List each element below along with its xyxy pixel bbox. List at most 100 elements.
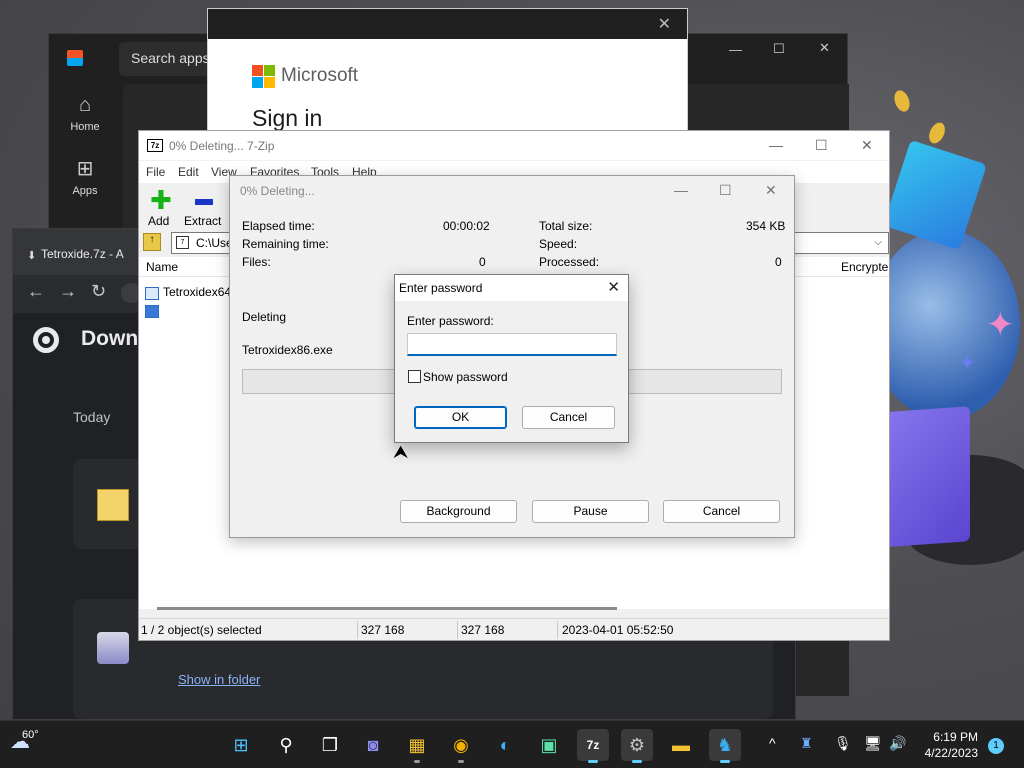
file-icon (145, 287, 159, 300)
column-name[interactable]: Name (146, 260, 178, 274)
edge-icon[interactable]: ◐ (489, 729, 521, 761)
reload-icon[interactable]: ↻ (91, 281, 106, 302)
search-icon[interactable]: ⚲ (270, 729, 302, 761)
operation-label: Deleting (242, 310, 287, 324)
installer-file-icon (97, 632, 129, 664)
wallpaper-star-icon: ✦ (958, 350, 977, 375)
chat-icon[interactable]: ◙ (357, 729, 389, 761)
store-nav-apps[interactable]: ⊞ Apps (63, 156, 107, 197)
microsoft-logo-icon (252, 65, 275, 88)
sevenzip-statusbar: 1 / 2 object(s) selected 327 168 327 168… (139, 618, 889, 640)
store-minimize-button[interactable]: — (729, 42, 742, 57)
chrome-icon[interactable]: ◉ (445, 729, 477, 763)
password-dialog: Enter password ✕ Enter password: Show pa… (394, 274, 629, 443)
apps-icon: ⊞ (76, 158, 94, 180)
sevenzip-minimize-button[interactable]: — (769, 137, 783, 153)
download-icon: ⬇ (27, 250, 37, 262)
progress-minimize-button[interactable]: — (674, 182, 688, 198)
file-icon (145, 305, 159, 318)
store-bag-icon (67, 50, 83, 66)
show-password-label[interactable]: Show password (423, 370, 508, 384)
sevenzip-close-button[interactable]: ✕ (861, 137, 873, 154)
back-icon[interactable]: ← (27, 281, 45, 302)
chrome-logo-icon (33, 327, 59, 353)
network-app-icon[interactable]: ♜ (800, 735, 813, 752)
password-titlebar: Enter password ✕ (395, 275, 628, 301)
close-icon[interactable]: ✕ (607, 278, 620, 296)
elapsed-value: 00:00:02 (443, 219, 490, 233)
extract-icon (195, 199, 213, 205)
folder-up-icon[interactable]: ↑ (143, 233, 161, 251)
show-password-checkbox[interactable] (408, 370, 421, 383)
status-selection: 1 / 2 object(s) selected (141, 623, 262, 637)
taskbar: ☁ 60° ⊞ ⚲ ❐ ◙ ▦ ◉ ◐ ▣ 7z ⚙ ▬ ♞ ^ ♜ 🎙 🖥 🔊… (0, 720, 1024, 768)
store-icon[interactable]: ▦ (401, 729, 433, 763)
store-maximize-button[interactable]: ☐ (773, 41, 785, 57)
archive-icon: 7 (176, 236, 189, 249)
sevenzip-maximize-button[interactable]: ☐ (815, 137, 828, 154)
remaining-label: Remaining time: (242, 237, 329, 251)
progress-cancel-button[interactable]: Cancel (663, 500, 780, 523)
task-view-icon[interactable]: ❐ (314, 729, 346, 761)
chrome-tab[interactable]: ⬇ Tetroxide.7z - A (21, 239, 151, 275)
file-explorer-icon[interactable]: ▬ (665, 729, 697, 761)
home-icon: ⌂ (78, 94, 92, 116)
settings-icon[interactable]: ⚙ (621, 729, 653, 763)
cast-icon[interactable]: ▣ (533, 729, 565, 761)
horizontal-scrollbar[interactable] (157, 607, 617, 610)
store-close-button[interactable]: ✕ (819, 40, 830, 56)
signin-titlebar: ✕ (208, 9, 687, 39)
microphone-icon[interactable]: 🎙 (834, 735, 852, 752)
signin-close-icon[interactable]: ✕ (658, 14, 671, 34)
files-label: Files: (242, 255, 271, 269)
menu-edit[interactable]: Edit (178, 165, 199, 179)
microsoft-brand: Microsoft (281, 65, 359, 86)
password-label: Enter password: (407, 314, 494, 328)
processed-value: 0 (775, 255, 782, 269)
signin-title: Sign in (252, 105, 323, 131)
notification-badge[interactable]: 1 (988, 738, 1004, 754)
signin-window: ✕ Microsoft Sign in (207, 8, 688, 133)
status-packed: 327 168 (461, 623, 505, 637)
progress-title: 0% Deleting... (240, 184, 315, 198)
downloads-title: Down (81, 327, 139, 350)
start-icon[interactable]: ⊞ (225, 729, 257, 761)
show-in-folder-link[interactable]: Show in folder (178, 672, 260, 687)
progress-close-button[interactable]: ✕ (765, 182, 777, 199)
password-cancel-button[interactable]: Cancel (522, 406, 615, 429)
chevron-up-icon[interactable]: ^ (769, 735, 776, 751)
background-button[interactable]: Background (400, 500, 517, 523)
password-input[interactable] (407, 333, 617, 356)
speed-label: Speed: (539, 237, 578, 251)
teams-icon[interactable]: ♞ (709, 729, 741, 763)
menu-file[interactable]: File (146, 165, 165, 179)
chevron-down-icon[interactable]: ⌵ (874, 237, 882, 248)
mouse-cursor-icon: ⮝ (393, 442, 409, 462)
column-encrypted[interactable]: Encrypte (841, 260, 888, 274)
store-nav-home[interactable]: ⌂ Home (63, 94, 107, 133)
elapsed-label: Elapsed time: (242, 219, 315, 233)
file-row[interactable]: Tetroxidex64. (145, 285, 234, 303)
total-size-label: Total size: (539, 219, 593, 233)
sevenzip-titlebar: 7z 0% Deleting... 7-Zip — ☐ ✕ (139, 131, 889, 161)
ok-button[interactable]: OK (414, 406, 507, 429)
weather-widget[interactable]: ☁ 60° (10, 729, 39, 754)
wallpaper-star-icon: ✦ (986, 306, 1015, 344)
status-size: 327 168 (361, 623, 405, 637)
forward-icon[interactable]: → (59, 281, 77, 302)
progress-maximize-button[interactable]: ☐ (719, 182, 732, 199)
password-dialog-title: Enter password (399, 281, 483, 295)
pause-button[interactable]: Pause (532, 500, 649, 523)
progress-titlebar: 0% Deleting... — ☐ ✕ (230, 176, 794, 206)
archive-file-icon (97, 489, 129, 521)
sevenzip-title: 0% Deleting... 7-Zip (169, 139, 275, 153)
clock[interactable]: 6:19 PM 4/22/2023 (925, 729, 978, 761)
network-icon[interactable]: 🖥 (864, 735, 882, 752)
volume-icon[interactable]: 🔊 (889, 735, 906, 752)
file-row[interactable] (145, 303, 163, 321)
files-value: 0 (479, 255, 486, 269)
add-icon: ✚ (150, 185, 172, 215)
sevenzip-taskbar-icon[interactable]: 7z (577, 729, 609, 763)
processed-label: Processed: (539, 255, 600, 269)
downloads-section-today: Today (73, 409, 111, 425)
